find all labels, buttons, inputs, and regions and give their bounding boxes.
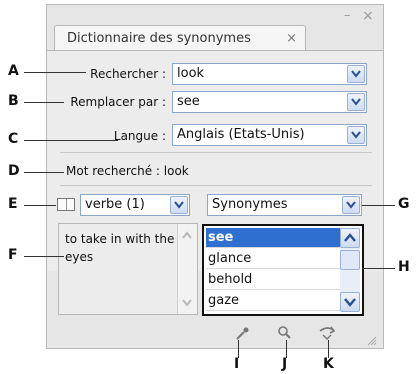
replace-input[interactable]: see [172, 91, 367, 113]
language-dropdown-button[interactable] [347, 126, 365, 144]
leader-line [24, 102, 64, 103]
chevron-down-icon [351, 98, 361, 106]
chevron-down-icon [346, 201, 356, 209]
scroll-up-button[interactable] [340, 228, 360, 248]
chevron-down-icon [351, 70, 361, 78]
language-select-value: Anglais (Etats-Unis) [177, 127, 305, 142]
leader-line [362, 205, 395, 206]
list-item[interactable]: glance [206, 249, 342, 269]
callout-h: H [398, 259, 410, 275]
synonym-scrollbar[interactable] [340, 228, 360, 312]
chevron-up-icon[interactable] [178, 228, 196, 242]
scroll-thumb[interactable] [340, 250, 360, 270]
callout-g: G [398, 196, 410, 212]
callout-i: I [234, 356, 240, 372]
list-item[interactable]: gaze [206, 291, 342, 311]
callout-j: J [282, 356, 288, 372]
scroll-down-button[interactable] [340, 292, 360, 312]
leader-line [24, 172, 64, 173]
list-type-select[interactable]: Synonymes [207, 194, 362, 216]
list-type-select-value: Synonymes [212, 197, 288, 212]
search-input-value: look [177, 66, 205, 81]
list-item[interactable]: behold [206, 270, 342, 290]
callout-d: D [8, 163, 20, 179]
tab-title: Dictionnaire des synonymes [67, 31, 251, 46]
minimize-button[interactable]: – [344, 9, 351, 22]
chevron-down-icon [174, 201, 184, 209]
definition-text: to take in with the eyes [65, 232, 175, 264]
callout-k: K [323, 356, 334, 372]
callout-a: A [8, 63, 19, 79]
looked-up-word: Mot recherché : look [66, 164, 189, 178]
meaning-select-value: verbe (1) [85, 197, 145, 212]
replace-label: Remplacer par : [70, 95, 166, 109]
search-dropdown-button[interactable] [347, 65, 365, 83]
callout-b: B [8, 93, 19, 109]
meaning-select[interactable]: verbe (1) [80, 194, 190, 216]
callout-c: C [8, 131, 19, 147]
list-item[interactable]: see [206, 228, 342, 248]
tab-close-icon[interactable]: × [286, 26, 297, 51]
divider [60, 185, 372, 186]
resize-grip-icon[interactable] [366, 336, 378, 346]
magnifier-icon[interactable] [277, 325, 293, 341]
meaning-dropdown-button[interactable] [170, 196, 188, 214]
book-icon[interactable] [57, 198, 75, 211]
search-label: Rechercher : [90, 67, 166, 81]
chevron-down-icon [344, 298, 356, 307]
synonym-list[interactable]: see glance behold gaze [202, 224, 364, 316]
leader-line [362, 268, 395, 269]
search-input[interactable]: look [172, 63, 367, 85]
leader-line [24, 256, 64, 257]
tab-thesaurus[interactable]: Dictionnaire des synonymes × [54, 25, 306, 51]
callout-f: F [8, 247, 18, 263]
list-type-dropdown-button[interactable] [342, 196, 360, 214]
definition-box: to take in with the eyes [58, 223, 198, 315]
definition-scrollbar[interactable] [177, 224, 197, 314]
replace-dropdown-button[interactable] [347, 93, 365, 111]
divider [60, 152, 372, 153]
close-window-button[interactable]: × [362, 9, 374, 23]
replace-input-value: see [177, 94, 200, 109]
leader-line [24, 140, 118, 141]
chevron-down-icon[interactable] [178, 296, 196, 310]
chevron-down-icon [351, 131, 361, 139]
leader-line [24, 205, 56, 206]
back-icon[interactable] [317, 325, 339, 341]
leader-line [24, 72, 86, 73]
callout-e: E [8, 196, 18, 212]
chevron-up-icon [344, 233, 356, 242]
language-select[interactable]: Anglais (Etats-Unis) [172, 124, 367, 146]
eyedropper-icon[interactable] [234, 326, 250, 342]
